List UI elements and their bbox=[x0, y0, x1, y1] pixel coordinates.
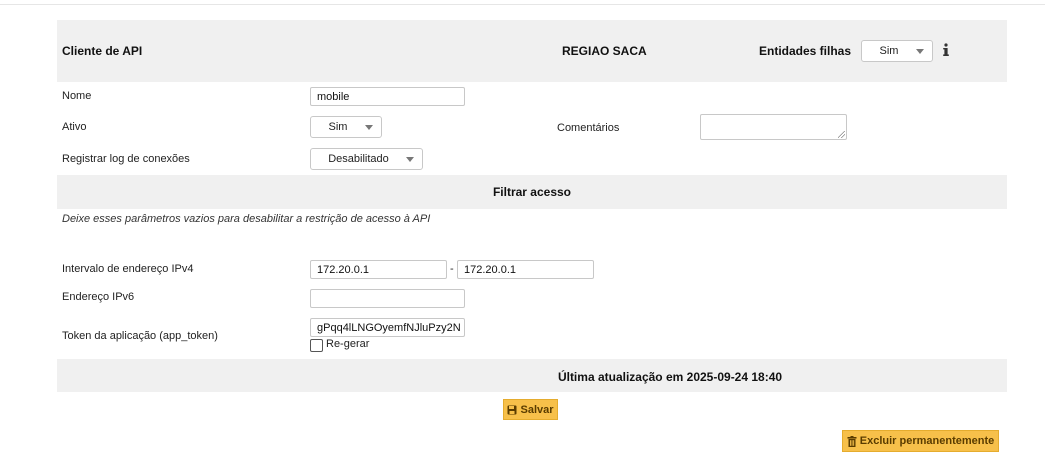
token-input[interactable]: gPqq4lLNGOyemfNJluPzy2N bbox=[310, 318, 465, 337]
info-icon[interactable] bbox=[942, 43, 950, 57]
region-name: REGIAO SACA bbox=[562, 44, 647, 58]
log-label: Registrar log de conexões bbox=[62, 153, 190, 165]
active-label: Ativo bbox=[62, 121, 87, 133]
child-entities-label: Entidades filhas bbox=[759, 44, 852, 58]
child-entities-value: Sim bbox=[879, 45, 899, 57]
ipv4-separator: - bbox=[450, 263, 454, 275]
ipv6-label: Endereço IPv6 bbox=[62, 291, 135, 303]
name-label: Nome bbox=[62, 90, 92, 102]
save-button[interactable]: Salvar bbox=[503, 399, 558, 420]
page-title: Cliente de API bbox=[62, 44, 143, 58]
regen-checkbox[interactable] bbox=[310, 339, 323, 352]
trash-icon bbox=[847, 435, 857, 447]
chevron-down-icon bbox=[916, 48, 924, 54]
log-value: Desabilitado bbox=[328, 153, 389, 165]
filter-title: Filtrar acesso bbox=[492, 185, 572, 199]
comments-textarea[interactable] bbox=[700, 114, 847, 140]
ipv4-start-input[interactable]: 172.20.0.1 bbox=[310, 260, 447, 279]
save-button-label: Salvar bbox=[520, 403, 554, 416]
ipv4-label: Intervalo de endereço IPv4 bbox=[62, 263, 194, 275]
token-label: Token da aplicação (app_token) bbox=[62, 330, 218, 342]
chevron-down-icon bbox=[406, 156, 414, 162]
comments-label: Comentários bbox=[557, 122, 620, 134]
active-select[interactable]: Sim bbox=[310, 116, 382, 138]
ipv4-end-input[interactable]: 172.20.0.1 bbox=[457, 260, 594, 279]
last-update-text: Última atualização em 2025-09-24 18:40 bbox=[557, 370, 783, 384]
name-input[interactable]: mobile bbox=[310, 87, 465, 106]
active-value: Sim bbox=[328, 121, 348, 133]
child-entities-select[interactable]: Sim bbox=[861, 40, 933, 62]
floppy-disk-icon bbox=[507, 405, 517, 414]
delete-button-label: Excluir permanentemente bbox=[859, 435, 995, 447]
resize-grip-icon[interactable] bbox=[838, 131, 845, 138]
regen-label: Re-gerar bbox=[326, 338, 370, 350]
filter-hint: Deixe esses parâmetros vazios para desab… bbox=[62, 213, 431, 225]
ipv6-input[interactable] bbox=[310, 289, 465, 308]
chevron-down-icon bbox=[365, 124, 373, 130]
top-divider bbox=[0, 4, 1045, 5]
log-select[interactable]: Desabilitado bbox=[310, 148, 423, 170]
delete-permanently-button[interactable]: Excluir permanentemente bbox=[842, 430, 999, 452]
